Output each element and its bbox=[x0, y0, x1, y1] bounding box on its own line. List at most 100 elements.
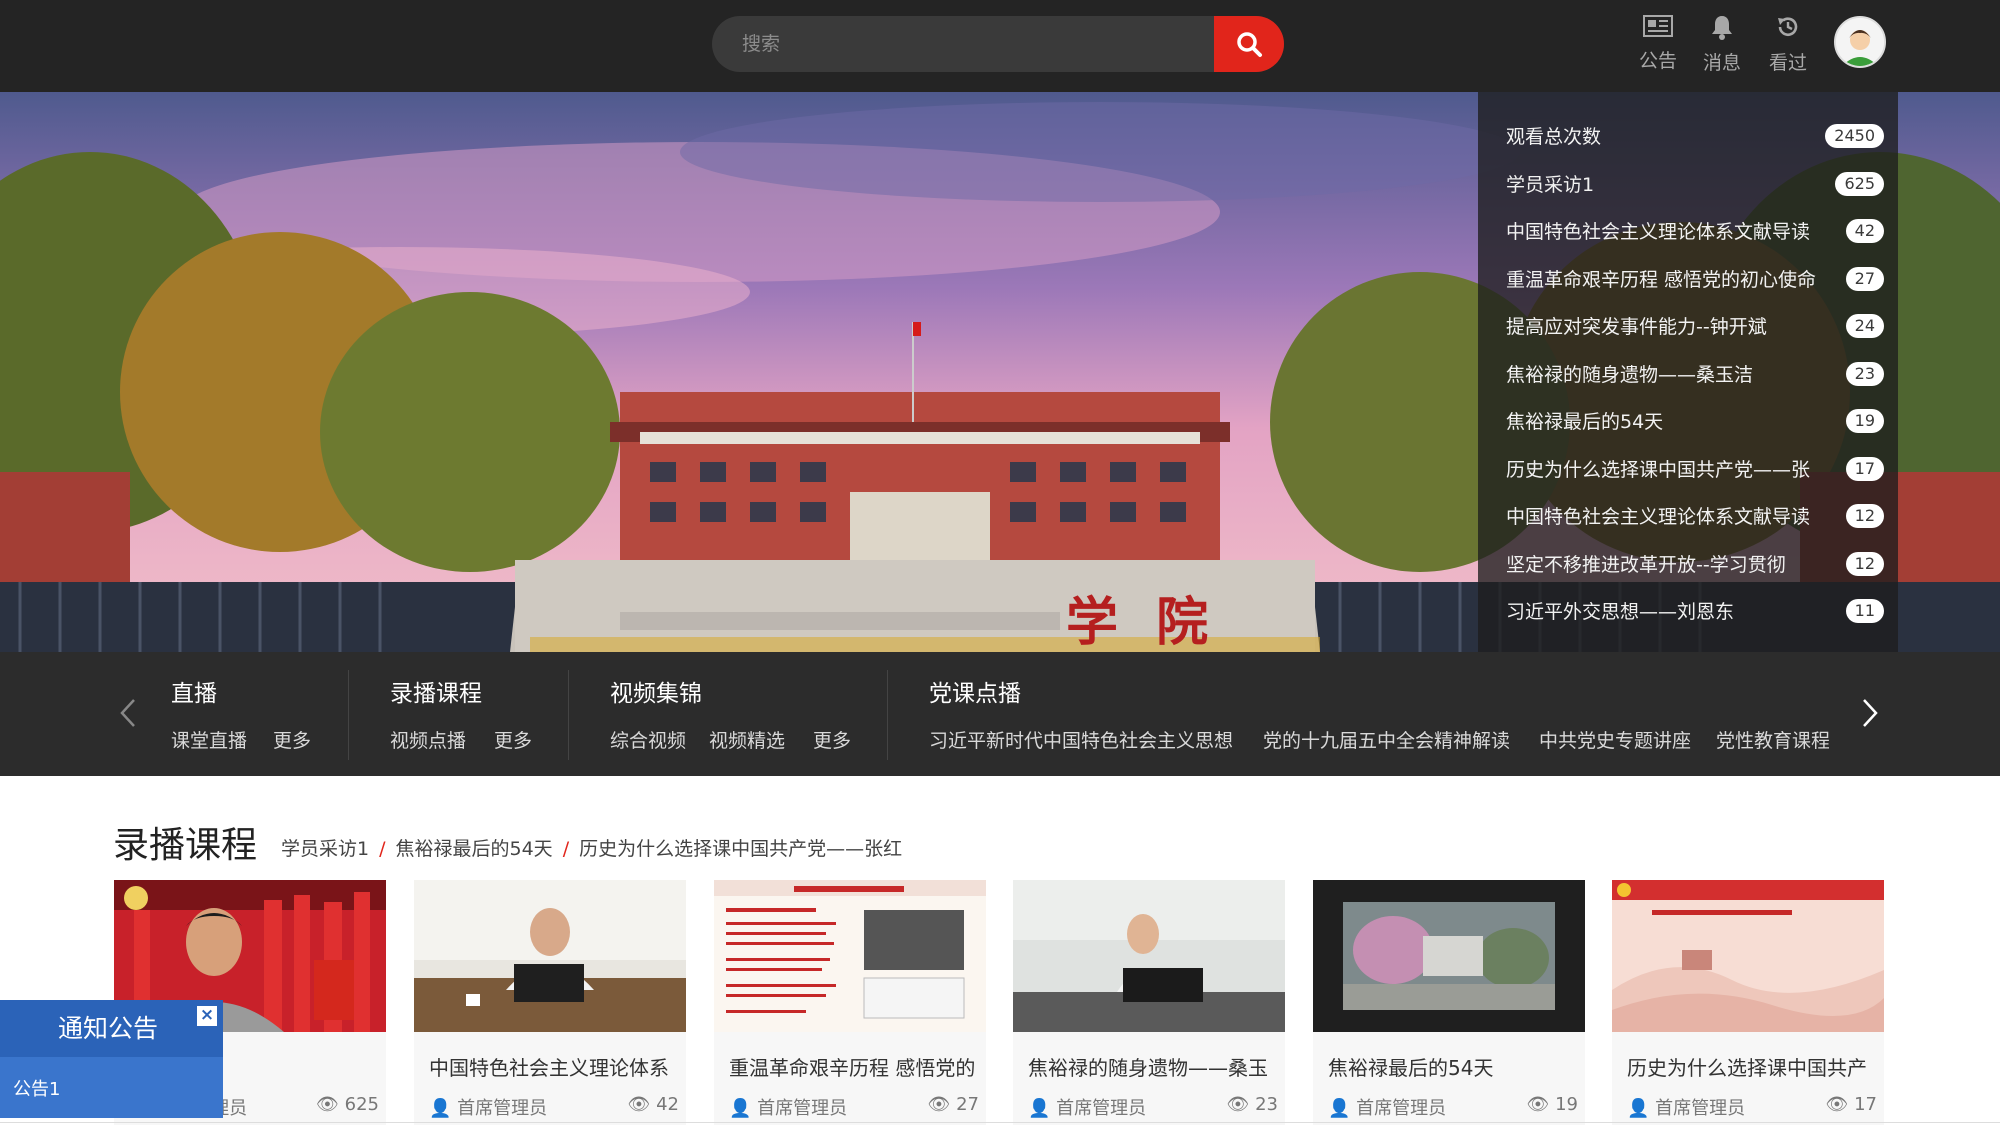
author-label: 👤 首席管理员 bbox=[729, 1098, 847, 1119]
message-button[interactable]: 消息 bbox=[1694, 14, 1750, 75]
search-box bbox=[712, 16, 1284, 72]
search-input[interactable] bbox=[712, 16, 1212, 72]
course-meta: 👤 首席管理员 👁 17 bbox=[1627, 1094, 1877, 1120]
list-item[interactable]: 焦裕禄最后的54天 19 bbox=[1478, 397, 1898, 445]
list-item[interactable]: 焦裕禄的随身遗物——桑玉洁 23 bbox=[1478, 350, 1898, 398]
category-more-link[interactable]: 更多 bbox=[813, 726, 851, 753]
category-live-title[interactable]: 直播 bbox=[171, 674, 217, 708]
category-link[interactable]: 党的十九届五中全会精神解读 bbox=[1263, 726, 1510, 753]
category-more-link[interactable]: 更多 bbox=[494, 726, 532, 753]
list-item[interactable]: 重温革命艰辛历程 感悟党的初心使命 27 bbox=[1478, 255, 1898, 303]
message-label: 消息 bbox=[1702, 52, 1741, 74]
view-count: 👁 17 bbox=[1826, 1094, 1878, 1115]
history-button[interactable]: 看过 bbox=[1760, 14, 1816, 75]
course-title: 重温革命艰辛历程 感悟党的 bbox=[729, 1056, 974, 1080]
search-icon bbox=[1237, 32, 1262, 57]
notice-button[interactable]: 公告 bbox=[1630, 14, 1686, 73]
rank-title: 观看总次数 bbox=[1506, 126, 1602, 149]
list-item[interactable]: 历史为什么选择课中国共产党——张 17 bbox=[1478, 445, 1898, 493]
category-link[interactable]: 中共党史专题讲座 bbox=[1539, 726, 1691, 753]
search-button[interactable] bbox=[1214, 16, 1284, 72]
list-item[interactable]: 学员采访1 625 bbox=[1478, 160, 1898, 208]
view-number: 42 bbox=[656, 1094, 679, 1115]
course-thumbnail bbox=[714, 880, 986, 1032]
eye-icon: 👁 bbox=[627, 1094, 651, 1115]
category-nav: 直播 课堂直播 更多 录播课程 视频点播 更多 视频集锦 综合视频 视频精选 更… bbox=[0, 652, 2000, 776]
course-thumbnail bbox=[1313, 880, 1585, 1032]
divider bbox=[568, 670, 569, 760]
category-link[interactable]: 视频精选 bbox=[709, 726, 785, 753]
divider bbox=[0, 1122, 2000, 1123]
list-item[interactable]: 中国特色社会主义理论体系文献导读 12 bbox=[1478, 492, 1898, 540]
close-icon[interactable]: × bbox=[197, 1006, 217, 1026]
rank-title: 历史为什么选择课中国共产党——张 bbox=[1506, 458, 1811, 481]
count-badge: 19 bbox=[1845, 409, 1884, 433]
breadcrumb-separator: / bbox=[379, 838, 386, 860]
category-link[interactable]: 课堂直播 bbox=[171, 726, 247, 753]
user-icon: 👤 bbox=[1328, 1098, 1351, 1119]
count-badge: 27 bbox=[1845, 266, 1884, 291]
section-title: 录播课程 bbox=[113, 825, 258, 866]
list-item[interactable]: 观看总次数 2450 bbox=[1478, 112, 1898, 160]
view-ranking-list: 观看总次数 2450 学员采访1 625 中国特色社会主义理论体系文献导读 42 重温… bbox=[1478, 92, 1898, 652]
breadcrumb-link[interactable]: 历史为什么选择课中国共产党——张红 bbox=[579, 838, 902, 860]
count-badge: 24 bbox=[1845, 314, 1884, 338]
list-item[interactable]: 习近平外交思想——刘恩东 11 bbox=[1478, 587, 1898, 635]
breadcrumb: 学员采访1 / 焦裕禄最后的54天 / 历史为什么选择课中国共产党——张红 bbox=[281, 834, 902, 861]
breadcrumb-link[interactable]: 焦裕禄最后的54天 bbox=[396, 838, 553, 860]
rank-title: 焦裕禄最后的54天 bbox=[1506, 411, 1664, 434]
user-icon: 👤 bbox=[429, 1098, 452, 1119]
course-card[interactable]: 历史为什么选择课中国共产 👤 首席管理员 👁 17 bbox=[1612, 880, 1884, 1125]
course-thumbnail bbox=[1013, 880, 1285, 1032]
list-item[interactable]: 提高应对突发事件能力--钟开斌 24 bbox=[1478, 302, 1898, 350]
breadcrumb-link[interactable]: 学员采访1 bbox=[281, 838, 369, 860]
author-label: 👤 首席管理员 bbox=[1028, 1098, 1146, 1119]
course-card[interactable]: 焦裕禄的随身遗物——桑玉 👤 首席管理员 👁 23 bbox=[1013, 880, 1285, 1125]
next-arrow-button[interactable] bbox=[1850, 688, 1890, 738]
rank-title: 重温革命艰辛历程 感悟党的初心使命 bbox=[1506, 268, 1816, 291]
notice-item[interactable]: 公告1 bbox=[0, 1057, 223, 1118]
avatar[interactable] bbox=[1834, 16, 1886, 68]
newspaper-icon bbox=[1643, 15, 1673, 37]
author-name: 首席管理员 bbox=[1655, 1098, 1746, 1119]
category-video-title[interactable]: 视频集锦 bbox=[610, 674, 702, 708]
view-count: 👁 42 bbox=[628, 1094, 680, 1115]
view-number: 625 bbox=[344, 1094, 379, 1115]
category-link[interactable]: 党性教育课程 bbox=[1716, 726, 1829, 753]
rank-title: 焦裕禄的随身遗物——桑玉洁 bbox=[1506, 363, 1754, 386]
author-name: 首席管理员 bbox=[1056, 1098, 1147, 1119]
rank-title: 习近平外交思想——刘恩东 bbox=[1506, 601, 1735, 624]
course-meta: 👤 首席管理员 👁 42 bbox=[429, 1094, 679, 1120]
divider bbox=[348, 670, 349, 760]
list-item[interactable]: 中国特色社会主义理论体系文献导读 42 bbox=[1478, 207, 1898, 255]
notice-label: 公告 bbox=[1638, 50, 1677, 72]
author-name: 首席管理员 bbox=[757, 1098, 848, 1119]
rank-title: 中国特色社会主义理论体系文献导读 bbox=[1506, 221, 1811, 244]
notice-popup: 通知公告 × 公告1 bbox=[0, 1000, 223, 1118]
author-label: 👤 首席管理员 bbox=[429, 1098, 547, 1119]
view-number: 17 bbox=[1854, 1094, 1877, 1115]
user-icon: 👤 bbox=[1627, 1098, 1650, 1119]
course-title: 焦裕禄的随身遗物——桑玉 bbox=[1028, 1056, 1268, 1080]
course-title: 焦裕禄最后的54天 bbox=[1328, 1056, 1494, 1080]
category-link[interactable]: 视频点播 bbox=[390, 726, 466, 753]
eye-icon: 👁 bbox=[1226, 1094, 1250, 1115]
category-more-link[interactable]: 更多 bbox=[273, 726, 311, 753]
eye-icon: 👁 bbox=[1825, 1094, 1849, 1115]
list-item[interactable]: 坚定不移推进改革开放--学习贯彻 12 bbox=[1478, 540, 1898, 588]
user-icon: 👤 bbox=[1028, 1098, 1051, 1119]
category-link[interactable]: 习近平新时代中国特色社会主义思想 bbox=[929, 726, 1233, 753]
course-card[interactable]: 焦裕禄最后的54天 👤 首席管理员 👁 19 bbox=[1313, 880, 1585, 1125]
view-count: 👁 19 bbox=[1527, 1094, 1579, 1115]
category-party-title[interactable]: 党课点播 bbox=[929, 674, 1021, 708]
category-recorded-title[interactable]: 录播课程 bbox=[390, 674, 482, 708]
course-card[interactable]: 中国特色社会主义理论体系 👤 首席管理员 👁 42 bbox=[414, 880, 686, 1125]
count-badge: 11 bbox=[1845, 599, 1884, 623]
course-card[interactable]: 重温革命艰辛历程 感悟党的 👤 首席管理员 👁 27 bbox=[714, 880, 986, 1125]
count-badge: 12 bbox=[1845, 504, 1884, 528]
prev-arrow-button[interactable] bbox=[108, 688, 148, 738]
top-bar: 公告 消息 看过 bbox=[0, 0, 2000, 92]
bell-icon bbox=[1712, 16, 1732, 40]
category-link[interactable]: 综合视频 bbox=[610, 726, 686, 753]
history-icon bbox=[1778, 17, 1798, 36]
